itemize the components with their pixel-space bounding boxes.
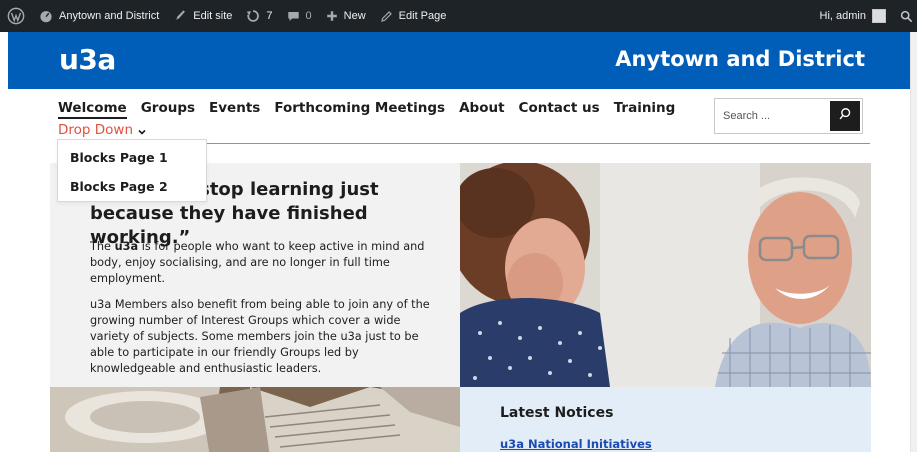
search-input[interactable] <box>715 99 825 133</box>
nav-item-welcome[interactable]: Welcome <box>58 100 127 119</box>
nav-item-events[interactable]: Events <box>209 100 260 116</box>
intro-paragraph: The u3a is for people who want to keep a… <box>90 239 430 287</box>
drop-down-label: Drop Down <box>58 122 134 138</box>
comments-count: 0 <box>305 10 312 22</box>
dropdown-item-blocks-page-1[interactable]: Blocks Page 1 <box>70 150 168 165</box>
search-button[interactable] <box>830 101 860 131</box>
site-title[interactable]: Anytown and District <box>615 47 865 71</box>
comment-icon <box>287 10 300 23</box>
latest-notices-panel: Latest Notices u3a National Initiatives <box>460 387 871 452</box>
newspapers-photo <box>50 387 460 452</box>
edit-site-label: Edit site <box>193 10 233 22</box>
new-label: New <box>343 10 366 22</box>
dropdown-menu: Blocks Page 1 Blocks Page 2 <box>57 139 207 202</box>
nav-item-contact-us[interactable]: Contact us <box>519 100 600 116</box>
updates-menu[interactable]: 7 <box>239 0 279 32</box>
admin-bar: Anytown and District Edit site 7 0 New E… <box>0 0 917 32</box>
chevron-down-icon <box>137 125 147 135</box>
wordpress-menu[interactable] <box>0 0 32 32</box>
updates-count: 7 <box>266 10 273 22</box>
notices-heading: Latest Notices <box>500 405 614 421</box>
edit-site-menu[interactable]: Edit site <box>166 0 239 32</box>
intro-bold: u3a <box>114 240 139 253</box>
hero-photo <box>460 163 871 387</box>
search-icon <box>838 107 852 126</box>
search-icon <box>900 10 913 23</box>
avatar <box>872 9 886 23</box>
page-scrollbar[interactable] <box>910 32 917 452</box>
wordpress-logo-icon <box>7 7 25 25</box>
my-account-menu[interactable]: Hi, admin <box>813 0 893 32</box>
site-name-label: Anytown and District <box>59 10 160 22</box>
admin-search-button[interactable] <box>893 0 917 32</box>
greeting-label: Hi, admin <box>819 10 866 22</box>
members-paragraph: u3a Members also benefit from being able… <box>90 298 430 375</box>
plus-icon <box>326 10 338 22</box>
edit-page-menu[interactable]: Edit Page <box>373 0 454 32</box>
intro-rest: is for people who want to keep active in… <box>90 240 425 285</box>
edit-page-label: Edit Page <box>398 10 447 22</box>
pencil-icon <box>380 10 393 23</box>
nav-item-forthcoming-meetings[interactable]: Forthcoming Meetings <box>274 100 445 116</box>
brush-icon <box>173 9 187 23</box>
updates-icon <box>246 9 260 23</box>
new-content-menu[interactable]: New <box>319 0 373 32</box>
comments-menu[interactable]: 0 <box>280 0 319 32</box>
dashboard-icon <box>39 9 53 23</box>
site-logo[interactable]: u3a <box>59 43 116 76</box>
dropdown-item-blocks-page-2[interactable]: Blocks Page 2 <box>70 179 168 194</box>
site-name-menu[interactable]: Anytown and District <box>32 0 166 32</box>
nav-item-drop-down[interactable]: Drop Down <box>58 122 147 138</box>
intro-prefix: The <box>90 240 115 253</box>
nav-item-groups[interactable]: Groups <box>141 100 195 116</box>
search-form <box>714 98 863 134</box>
notice-link-national-initiatives[interactable]: u3a National Initiatives <box>500 437 652 451</box>
page: u3a Anytown and District Welcome Groups … <box>0 32 917 452</box>
main-navigation: Welcome Groups Events Forthcoming Meetin… <box>58 96 689 120</box>
nav-item-training[interactable]: Training <box>614 100 676 116</box>
site-header: u3a Anytown and District <box>8 32 910 89</box>
nav-item-about[interactable]: About <box>459 100 504 116</box>
